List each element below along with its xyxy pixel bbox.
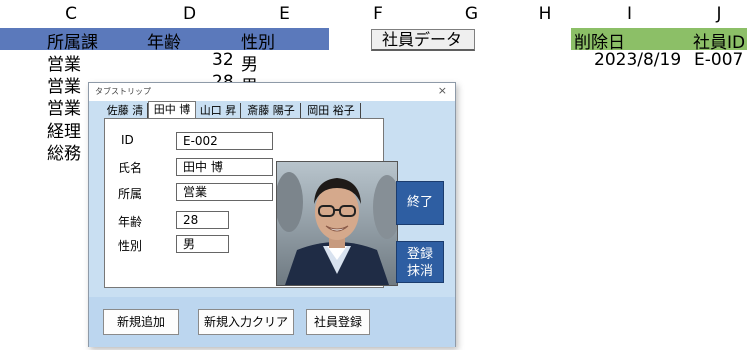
column-header-h[interactable]: H: [519, 0, 571, 28]
column-header-i[interactable]: I: [571, 0, 688, 28]
dialog-titlebar[interactable]: タブストリップ ×: [89, 83, 455, 101]
age-label: 年齢: [118, 215, 143, 229]
column-header-c[interactable]: C: [0, 0, 142, 28]
cell-dept[interactable]: 営業: [47, 94, 81, 119]
column-header-j[interactable]: J: [688, 0, 750, 28]
delete-registration-button[interactable]: 登録 抹消: [396, 241, 444, 283]
column-header-f[interactable]: F: [332, 0, 424, 28]
employee-photo-image: [277, 162, 397, 285]
delete-button-label-line1: 登録: [406, 247, 433, 262]
employee-tabstrip: 佐藤 清 田中 博 山口 昇 斎藤 陽子 岡田 裕子 ID E-002 氏名 田…: [101, 101, 398, 296]
employee-photo: [276, 161, 398, 286]
id-field[interactable]: E-002: [176, 132, 273, 150]
cell-deleted-id[interactable]: E-007: [694, 50, 743, 70]
column-header-e[interactable]: E: [237, 0, 332, 28]
age-field[interactable]: 28: [176, 211, 229, 229]
dept-label: 所属: [118, 187, 143, 201]
id-label: ID: [121, 133, 134, 147]
dept-field[interactable]: 営業: [176, 183, 273, 201]
register-employee-button[interactable]: 社員登録: [306, 309, 370, 335]
button-bar: 新規追加 新規入力クリア 社員登録: [89, 297, 455, 347]
delete-button-label-line2: 抹消: [406, 264, 433, 279]
tab-employee[interactable]: 山口 昇: [196, 103, 241, 118]
sheet-label-cell[interactable]: 社員データ: [371, 29, 475, 51]
name-label: 氏名: [118, 161, 143, 175]
tab-employee[interactable]: 斎藤 陽子: [242, 103, 301, 118]
tabstrip-userform: タブストリップ × 佐藤 清 田中 博 山口 昇 斎藤 陽子 岡田 裕子 ID …: [88, 82, 456, 347]
tab-employee[interactable]: 岡田 裕子: [302, 103, 361, 118]
dialog-title: タブストリップ: [95, 87, 151, 96]
gender-label: 性別: [118, 239, 143, 253]
cell-age[interactable]: 32: [212, 50, 234, 70]
cell-deleted-date[interactable]: 2023/8/19: [594, 50, 681, 70]
column-header-g[interactable]: G: [424, 0, 519, 28]
clear-input-button[interactable]: 新規入力クリア: [198, 309, 294, 335]
tab-employee-active[interactable]: 田中 博: [148, 101, 196, 119]
end-button-label: 終了: [406, 195, 433, 210]
add-new-button[interactable]: 新規追加: [103, 309, 179, 335]
end-button[interactable]: 終了: [396, 181, 444, 225]
gender-field[interactable]: 男: [176, 235, 229, 253]
close-icon[interactable]: ×: [438, 84, 447, 97]
header-age[interactable]: 年齢: [147, 28, 181, 53]
tab-employee[interactable]: 佐藤 清: [103, 103, 148, 118]
name-field[interactable]: 田中 博: [176, 158, 273, 176]
cell-dept[interactable]: 総務: [47, 139, 81, 164]
column-header-d[interactable]: D: [142, 0, 237, 28]
